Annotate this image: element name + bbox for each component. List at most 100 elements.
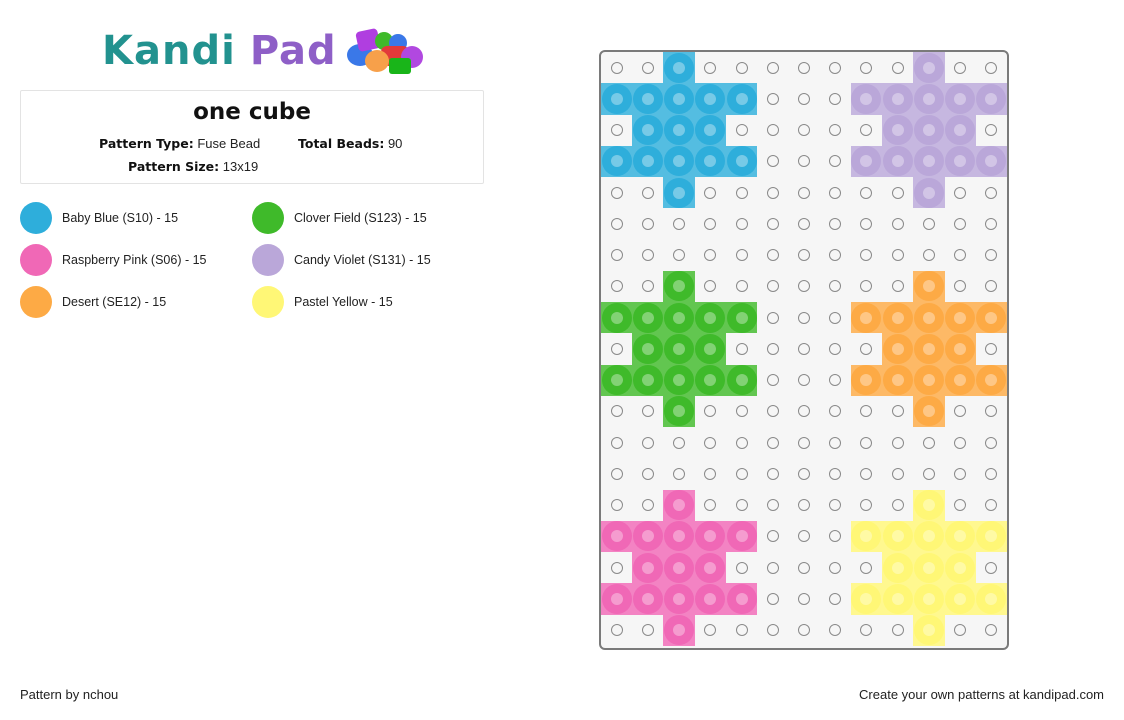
bead	[663, 583, 695, 615]
bead-ring	[945, 83, 976, 114]
peg-icon	[798, 436, 811, 449]
peg-icon	[985, 342, 998, 355]
empty-peg	[632, 208, 663, 239]
bead-ring	[851, 83, 882, 114]
color-swatch	[252, 286, 284, 318]
bead-hole	[891, 155, 904, 168]
bead-hole	[735, 155, 748, 168]
peg-icon	[798, 530, 811, 543]
peg-icon	[798, 592, 811, 605]
peg-icon	[766, 592, 779, 605]
bead-grid	[601, 52, 1007, 646]
peg-icon	[891, 217, 904, 230]
bead-hole	[735, 311, 748, 324]
bead-hole	[954, 342, 967, 355]
bead-hole	[673, 561, 686, 574]
pattern-size: Pattern Size: 13x19	[128, 159, 258, 174]
empty-peg	[851, 115, 882, 146]
bead-ring	[695, 302, 726, 333]
empty-peg	[820, 458, 851, 489]
bead	[663, 364, 695, 396]
peg-icon	[798, 155, 811, 168]
bead-ring	[945, 552, 976, 583]
peg-icon	[610, 499, 623, 512]
empty-peg	[726, 427, 757, 458]
bead-hole	[704, 311, 717, 324]
empty-peg	[726, 396, 757, 427]
bead-hole	[673, 92, 686, 105]
peg-icon	[829, 124, 842, 137]
peg-icon	[735, 467, 748, 480]
peg-icon	[798, 374, 811, 387]
bead-ring	[913, 83, 944, 114]
peg-icon	[860, 467, 873, 480]
peg-icon	[766, 311, 779, 324]
empty-peg	[695, 396, 726, 427]
empty-peg	[820, 615, 851, 646]
bead	[601, 520, 633, 552]
peg-icon	[985, 499, 998, 512]
peg-icon	[891, 499, 904, 512]
bead-ring	[976, 521, 1007, 552]
total-beads-value: 90	[387, 136, 403, 151]
bead	[663, 114, 695, 146]
empty-peg	[601, 271, 632, 302]
empty-peg	[757, 458, 788, 489]
empty-peg	[851, 490, 882, 521]
bead	[944, 520, 976, 552]
peg-icon	[985, 405, 998, 418]
bead-hole	[641, 561, 654, 574]
kandipad-link[interactable]: Create your own patterns at kandipad.com	[859, 687, 1104, 702]
bead-ring	[664, 396, 695, 427]
empty-peg	[601, 396, 632, 427]
empty-peg	[945, 458, 976, 489]
peg-icon	[860, 280, 873, 293]
peg-icon	[735, 561, 748, 574]
bead	[882, 520, 914, 552]
bead-ring	[695, 333, 726, 364]
empty-peg	[882, 240, 913, 271]
empty-peg	[726, 52, 757, 83]
bead-hole	[704, 561, 717, 574]
peg-icon	[610, 249, 623, 262]
empty-peg	[788, 583, 819, 614]
empty-peg	[976, 427, 1007, 458]
bead-hole	[954, 124, 967, 137]
bead-hole	[641, 155, 654, 168]
bead-ring	[913, 396, 944, 427]
bead-ring	[913, 177, 944, 208]
bead-hole	[704, 592, 717, 605]
bead-ring	[882, 302, 913, 333]
empty-peg	[820, 333, 851, 364]
bead-ring	[976, 83, 1007, 114]
empty-peg	[757, 365, 788, 396]
peg-icon	[829, 249, 842, 262]
bead	[913, 177, 945, 209]
empty-peg	[757, 427, 788, 458]
peg-icon	[766, 530, 779, 543]
empty-peg	[695, 615, 726, 646]
empty-peg	[663, 458, 694, 489]
bead-ring	[913, 521, 944, 552]
bead-hole	[922, 624, 935, 637]
bead-hole	[985, 374, 998, 387]
bead	[913, 520, 945, 552]
peg-icon	[860, 436, 873, 449]
empty-peg	[695, 490, 726, 521]
peg-icon	[641, 436, 654, 449]
bead-ring	[632, 115, 663, 146]
bead	[944, 583, 976, 615]
bead	[975, 364, 1007, 396]
peg-icon	[954, 280, 967, 293]
kandipad-logo[interactable]: Kandi Pad	[102, 26, 425, 76]
bead-hole	[922, 499, 935, 512]
color-swatch	[20, 286, 52, 318]
bead-ring	[913, 490, 944, 521]
bead	[663, 333, 695, 365]
bead-ring	[882, 552, 913, 583]
bead	[882, 114, 914, 146]
empty-peg	[757, 83, 788, 114]
empty-peg	[601, 458, 632, 489]
peg-icon	[829, 405, 842, 418]
empty-peg	[945, 52, 976, 83]
